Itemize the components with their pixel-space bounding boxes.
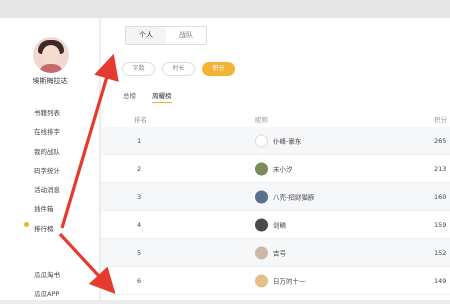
score-cell: 160 xyxy=(434,192,447,201)
score-cell: 159 xyxy=(434,220,447,229)
column-score: 积分 xyxy=(434,115,447,124)
score-cell: 213 xyxy=(434,164,447,173)
table-row[interactable]: 3 八壳-招财猫豚 160 xyxy=(101,183,450,211)
metric-filter: 字数 时长 积分 xyxy=(122,62,235,76)
sidebar-item-my-team[interactable]: 我的战队 xyxy=(34,143,60,162)
filter-points[interactable]: 积分 xyxy=(202,62,235,76)
table-row[interactable]: 6 日万的十一 149 xyxy=(101,267,450,295)
table-row[interactable]: 4 剑鳞 159 xyxy=(101,211,450,239)
column-rank: 排名 xyxy=(134,115,147,124)
avatar-body xyxy=(39,64,63,73)
user-avatar-icon xyxy=(255,274,268,287)
rank-cell: 4 xyxy=(137,220,142,229)
rank-cell: 2 xyxy=(137,164,142,173)
nickname-cell: 吉号 xyxy=(255,246,286,259)
sidebar-item-book-shop[interactable]: 瓜瓜淘书 xyxy=(34,266,60,285)
top-bar xyxy=(0,0,450,18)
tab-weekly[interactable]: 周耀榜 xyxy=(152,90,172,103)
leaderboard-table: 排名 昵称 积分 1 仆峰-豪东 265 2 末小汐 213 3 八壳-招财猫豚… xyxy=(101,110,450,295)
rank-cell: 6 xyxy=(137,276,142,285)
tab-overall[interactable]: 总榜 xyxy=(123,90,136,103)
user-avatar-icon xyxy=(255,134,268,147)
nickname-cell: 八壳-招财猫豚 xyxy=(255,190,314,203)
rank-cell: 3 xyxy=(137,192,142,201)
nickname-cell: 仆峰-豪东 xyxy=(255,134,301,147)
user-avatar-icon xyxy=(255,218,268,231)
scope-toggle: 个人 战队 xyxy=(125,26,207,45)
nickname-text: 末小汐 xyxy=(273,165,293,174)
active-indicator-dot xyxy=(24,222,29,227)
nickname-text: 日万的十一 xyxy=(273,277,306,286)
score-cell: 152 xyxy=(434,248,447,257)
nickname-text: 吉号 xyxy=(273,249,286,258)
rank-cell: 1 xyxy=(137,136,142,145)
username: 埃斯梅拉达 xyxy=(32,77,68,85)
sidebar: 埃斯梅拉达 书籍列表 在线排字 我的战队 码字统计 活动消息 插件箱 排行榜 瓜… xyxy=(0,18,100,300)
main-panel: 个人 战队 字数 时长 积分 总榜 周耀榜 排名 昵称 积分 1 仆峰-豪东 2… xyxy=(101,18,450,300)
score-cell: 265 xyxy=(434,136,447,145)
nickname-cell: 剑鳞 xyxy=(255,218,286,231)
user-avatar[interactable] xyxy=(33,37,69,73)
sidebar-item-book-list[interactable]: 书籍列表 xyxy=(34,104,60,123)
ranking-tabs: 总榜 周耀榜 xyxy=(123,90,172,103)
column-nickname: 昵称 xyxy=(255,115,268,124)
avatar-face xyxy=(42,45,60,65)
nickname-text: 八壳-招财猫豚 xyxy=(273,193,315,202)
nickname-text: 仆峰-豪东 xyxy=(273,137,302,146)
nickname-text: 剑鳞 xyxy=(273,221,286,230)
filter-duration[interactable]: 时长 xyxy=(162,62,195,76)
sidebar-item-online-typesetting[interactable]: 在线排字 xyxy=(34,123,60,142)
sidebar-item-app[interactable]: 瓜瓜APP xyxy=(34,285,60,304)
score-cell: 149 xyxy=(434,276,447,285)
sidebar-item-activity-messages[interactable]: 活动消息 xyxy=(34,181,60,200)
nickname-cell: 末小汐 xyxy=(255,162,293,175)
nickname-cell: 日万的十一 xyxy=(255,274,306,287)
table-header: 排名 昵称 积分 xyxy=(101,110,450,127)
sidebar-item-plugins[interactable]: 插件箱 xyxy=(34,200,60,219)
table-row[interactable]: 2 末小汐 213 xyxy=(101,155,450,183)
user-avatar-icon xyxy=(255,162,268,175)
user-avatar-icon xyxy=(255,246,268,259)
rank-cell: 5 xyxy=(137,248,142,257)
filter-word-count[interactable]: 字数 xyxy=(122,62,155,76)
tab-personal[interactable]: 个人 xyxy=(126,27,166,44)
sidebar-item-writing-stats[interactable]: 码字统计 xyxy=(34,162,60,181)
sidebar-item-leaderboard[interactable]: 排行榜 xyxy=(34,220,60,239)
sidebar-menu: 书籍列表 在线排字 我的战队 码字统计 活动消息 插件箱 排行榜 xyxy=(24,104,60,239)
table-row[interactable]: 1 仆峰-豪东 265 xyxy=(101,127,450,155)
table-row[interactable]: 5 吉号 152 xyxy=(101,239,450,267)
sidebar-bottom-menu: 瓜瓜淘书 瓜瓜APP xyxy=(34,266,60,304)
tab-team[interactable]: 战队 xyxy=(166,27,206,44)
user-avatar-icon xyxy=(255,190,268,203)
